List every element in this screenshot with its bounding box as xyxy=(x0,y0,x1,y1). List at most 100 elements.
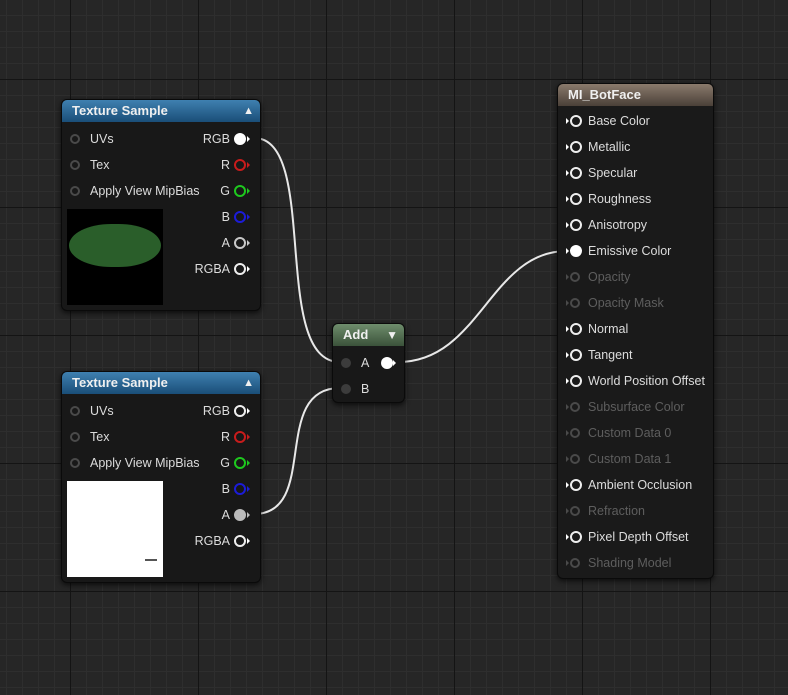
pin-icon[interactable] xyxy=(570,167,582,179)
output-rgba[interactable]: RGBA xyxy=(172,532,252,550)
pin-icon[interactable] xyxy=(570,141,582,153)
arrow-icon xyxy=(247,538,250,544)
pin-icon[interactable] xyxy=(570,531,582,543)
input-label: Base Color xyxy=(588,114,650,128)
arrow-icon xyxy=(247,162,250,168)
material-input-refraction[interactable]: Refraction xyxy=(566,502,706,520)
pin-icon[interactable] xyxy=(234,431,246,443)
pin-icon[interactable] xyxy=(234,159,246,171)
input-label: Roughness xyxy=(588,192,652,206)
pin-icon[interactable] xyxy=(570,506,580,516)
pin-icon[interactable] xyxy=(570,323,582,335)
input-label: Custom Data 0 xyxy=(588,426,672,440)
material-input-opacity-mask[interactable]: Opacity Mask xyxy=(566,294,706,312)
material-input-shading-model[interactable]: Shading Model xyxy=(566,554,706,572)
pin-icon[interactable] xyxy=(234,185,246,197)
pin-icon[interactable] xyxy=(570,428,580,438)
pin-icon[interactable] xyxy=(570,558,580,568)
chevron-up-icon[interactable]: ▲ xyxy=(243,100,254,122)
chevron-up-icon[interactable]: ▲ xyxy=(243,372,254,394)
pin-icon[interactable] xyxy=(341,358,351,368)
output-rgb[interactable]: RGB xyxy=(172,402,252,420)
add-input-b[interactable]: B xyxy=(341,380,381,398)
texture-sample-node-1[interactable]: Texture Sample ▲ UVs Tex Apply View MipB… xyxy=(61,99,261,311)
material-input-metallic[interactable]: Metallic xyxy=(566,138,706,156)
pin-icon[interactable] xyxy=(570,272,580,282)
wire-add-to-emissive[interactable] xyxy=(397,250,568,363)
input-label: Custom Data 1 xyxy=(588,452,672,466)
pin-icon[interactable] xyxy=(234,211,246,223)
texture-sample-header[interactable]: Texture Sample ▲ xyxy=(62,372,260,394)
material-input-opacity[interactable]: Opacity xyxy=(566,268,706,286)
material-input-specular[interactable]: Specular xyxy=(566,164,706,182)
chevron-down-icon[interactable]: ▼ xyxy=(386,324,398,346)
output-rgb[interactable]: RGB xyxy=(172,130,252,148)
material-input-world-position-offset[interactable]: World Position Offset xyxy=(566,372,706,390)
pin-icon[interactable] xyxy=(234,263,246,275)
material-input-roughness[interactable]: Roughness xyxy=(566,190,706,208)
pin-icon[interactable] xyxy=(570,193,582,205)
material-input-normal[interactable]: Normal xyxy=(566,320,706,338)
material-result-node[interactable]: MI_BotFace Base Color Metallic Specular Rou… xyxy=(557,83,714,579)
pin-icon[interactable] xyxy=(70,134,80,144)
add-header[interactable]: Add ▼ xyxy=(333,324,404,346)
pin-icon[interactable] xyxy=(570,349,582,361)
pin-icon[interactable] xyxy=(234,457,246,469)
wire-rgb-to-add-a[interactable] xyxy=(253,137,341,363)
arrow-icon xyxy=(566,508,569,514)
texture-sample-node-2[interactable]: Texture Sample ▲ UVs Tex Apply View MipB… xyxy=(61,371,261,583)
output-rgba[interactable]: RGBA xyxy=(172,260,252,278)
pin-icon[interactable] xyxy=(234,133,246,145)
output-g[interactable]: G xyxy=(172,454,252,472)
material-input-emissive-color[interactable]: Emissive Color xyxy=(566,242,706,260)
pin-icon[interactable] xyxy=(234,509,246,521)
material-header[interactable]: MI_BotFace xyxy=(558,84,713,106)
pin-icon[interactable] xyxy=(70,160,80,170)
pin-icon[interactable] xyxy=(570,479,582,491)
output-b[interactable]: B xyxy=(172,480,252,498)
arrow-icon xyxy=(247,136,250,142)
pin-icon[interactable] xyxy=(234,535,246,547)
material-input-custom-data-1[interactable]: Custom Data 1 xyxy=(566,450,706,468)
pin-icon[interactable] xyxy=(234,405,246,417)
material-input-tangent[interactable]: Tangent xyxy=(566,346,706,364)
wire-a-to-add-b[interactable] xyxy=(253,387,341,515)
pin-icon[interactable] xyxy=(70,406,80,416)
pin-icon[interactable] xyxy=(570,375,582,387)
arrow-icon xyxy=(566,170,569,176)
material-input-base-color[interactable]: Base Color xyxy=(566,112,706,130)
pin-icon[interactable] xyxy=(570,454,580,464)
pin-icon[interactable] xyxy=(381,357,393,369)
output-a[interactable]: A xyxy=(172,506,252,524)
input-label: World Position Offset xyxy=(588,374,705,388)
pin-icon[interactable] xyxy=(70,432,80,442)
output-b[interactable]: B xyxy=(172,208,252,226)
add-output[interactable] xyxy=(377,354,399,372)
pin-icon[interactable] xyxy=(570,219,582,231)
output-g[interactable]: G xyxy=(172,182,252,200)
add-node[interactable]: Add ▼ A B xyxy=(332,323,405,403)
material-input-custom-data-0[interactable]: Custom Data 0 xyxy=(566,424,706,442)
input-label: Tex xyxy=(90,158,110,172)
pin-icon[interactable] xyxy=(70,186,80,196)
output-label: RGB xyxy=(202,132,230,146)
texture-sample-header[interactable]: Texture Sample ▲ xyxy=(62,100,260,122)
output-r[interactable]: R xyxy=(172,156,252,174)
pin-icon[interactable] xyxy=(341,384,351,394)
output-a[interactable]: A xyxy=(172,234,252,252)
pin-icon[interactable] xyxy=(570,245,582,257)
pin-icon[interactable] xyxy=(70,458,80,468)
material-input-pixel-depth-offset[interactable]: Pixel Depth Offset xyxy=(566,528,706,546)
material-input-anisotropy[interactable]: Anisotropy xyxy=(566,216,706,234)
material-input-ambient-occlusion[interactable]: Ambient Occlusion xyxy=(566,476,706,494)
add-input-a[interactable]: A xyxy=(341,354,381,372)
pin-icon[interactable] xyxy=(234,237,246,249)
output-r[interactable]: R xyxy=(172,428,252,446)
input-label: Metallic xyxy=(588,140,631,154)
pin-icon[interactable] xyxy=(234,483,246,495)
pin-icon[interactable] xyxy=(570,298,580,308)
pin-icon[interactable] xyxy=(570,402,580,412)
input-label: B xyxy=(361,382,370,396)
pin-icon[interactable] xyxy=(570,115,582,127)
material-input-subsurface-color[interactable]: Subsurface Color xyxy=(566,398,706,416)
